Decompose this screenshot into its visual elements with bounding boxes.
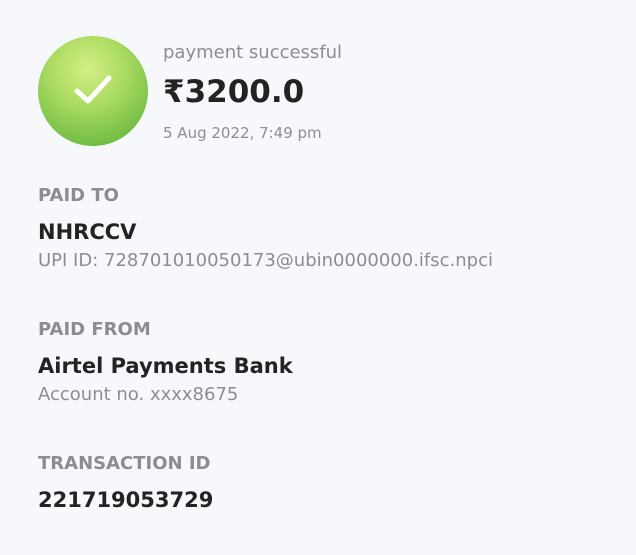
paid-from-section: PAID FROM Airtel Payments Bank Account n… <box>38 319 293 405</box>
transaction-id-label: TRANSACTION ID <box>38 453 211 474</box>
payment-amount: ₹3200.0 <box>163 74 305 110</box>
transaction-id-value: 221719053729 <box>38 488 214 512</box>
payer-bank-name: Airtel Payments Bank <box>38 354 293 378</box>
payee-upi-id: UPI ID: 728701010050173@ubin0000000.ifsc… <box>38 250 493 271</box>
payee-name: NHRCCV <box>38 220 137 244</box>
success-check-icon <box>38 36 148 146</box>
paid-from-label: PAID FROM <box>38 319 151 340</box>
payer-account-number: Account no. xxxx8675 <box>38 384 239 405</box>
payment-status-header: payment successful ₹3200.0 5 Aug 2022, 7… <box>38 36 598 148</box>
payment-datetime: 5 Aug 2022, 7:49 pm <box>163 124 322 142</box>
payment-status-text: payment successful <box>163 42 343 63</box>
paid-to-section: PAID TO NHRCCV UPI ID: 728701010050173@u… <box>38 185 493 271</box>
transaction-section: TRANSACTION ID 221719053729 <box>38 453 213 512</box>
paid-to-label: PAID TO <box>38 185 119 206</box>
